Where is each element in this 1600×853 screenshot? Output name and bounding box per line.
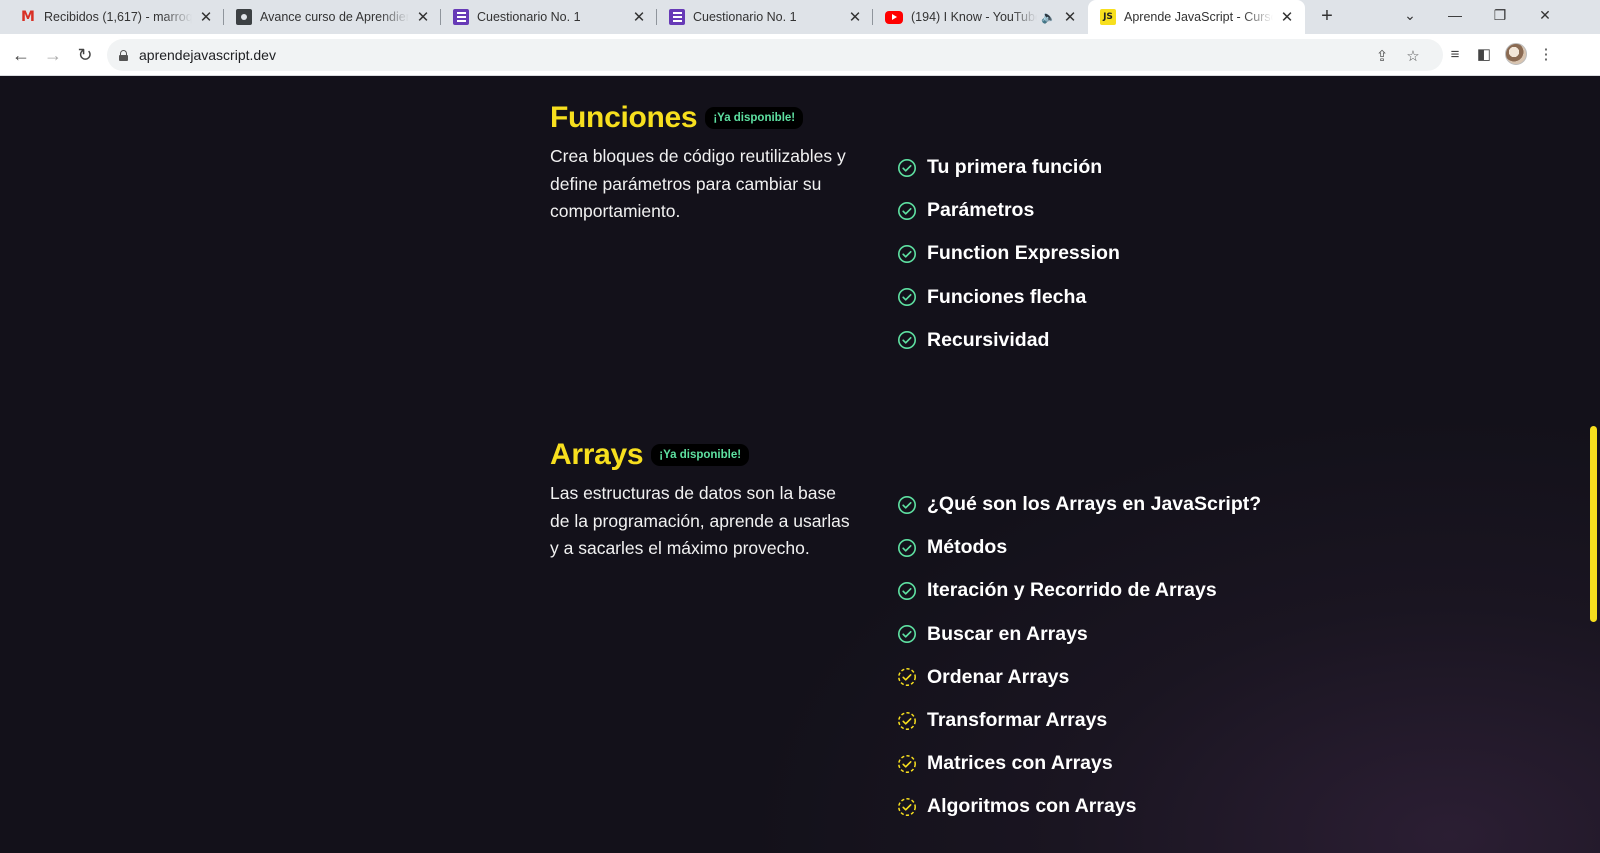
forms-icon: [669, 9, 685, 25]
check-circle-icon: [898, 495, 916, 514]
close-window-button[interactable]: ✕: [1523, 0, 1567, 30]
check-circle-icon: [898, 625, 916, 644]
menu-icon[interactable]: ⋮: [1535, 43, 1557, 65]
tab-title: Aprende JavaScript - Curso de: [1124, 10, 1273, 24]
tab-forms-1[interactable]: Cuestionario No. 1 ✕: [441, 0, 657, 34]
restore-button[interactable]: ❐: [1478, 0, 1522, 30]
check-circle-icon: [898, 331, 916, 350]
topic-list: ¿Qué son los Arrays en JavaScript? Métod…: [897, 483, 1261, 829]
tab-title: Avance curso de Aprendiendo: [260, 10, 409, 24]
topic-item[interactable]: Buscar en Arrays: [897, 613, 1261, 656]
topic-item[interactable]: Matrices con Arrays: [897, 742, 1261, 785]
topic-item[interactable]: Parámetros: [897, 189, 1120, 232]
close-icon[interactable]: ✕: [1279, 9, 1295, 26]
available-badge: ¡Ya disponible!: [705, 107, 804, 129]
scrollbar-thumb[interactable]: [1590, 426, 1597, 622]
check-circle-icon: [898, 201, 916, 220]
reload-button[interactable]: ↻: [72, 42, 98, 68]
lock-icon[interactable]: [119, 49, 128, 61]
topic-item[interactable]: Function Expression: [897, 232, 1120, 275]
new-tab-button[interactable]: +: [1316, 6, 1338, 28]
topic-item[interactable]: ¿Qué son los Arrays en JavaScript?: [897, 483, 1261, 526]
topic-item[interactable]: Recursividad: [897, 319, 1120, 362]
section-header: Funciones ¡Ya disponible!: [550, 98, 1310, 138]
topic-item[interactable]: Transformar Arrays: [897, 699, 1261, 742]
browser-toolbar: ← → ↻ aprendejavascript.dev ⇪ ☆ ≡ ◧ ⋮: [0, 34, 1600, 76]
tab-strip: M Recibidos (1,617) - marroquin ✕ Avance…: [0, 0, 1600, 34]
close-icon[interactable]: ✕: [415, 9, 431, 26]
forms-icon: [453, 9, 469, 25]
tab-title: Recibidos (1,617) - marroquin: [44, 10, 192, 24]
tab-youtube[interactable]: (194) I Know - YouTube 🔈 ✕: [873, 0, 1088, 34]
topic-label[interactable]: Algoritmos con Arrays: [927, 795, 1137, 818]
course-page: Funciones ¡Ya disponible! Crea bloques d…: [0, 76, 1600, 853]
section-description: Crea bloques de código reutilizables y d…: [550, 146, 846, 221]
topic-label[interactable]: Recursividad: [927, 329, 1049, 352]
available-badge: ¡Ya disponible!: [651, 444, 750, 466]
topic-list: Tu primera función Parámetros Function E…: [897, 146, 1120, 362]
pending-check-icon: [898, 711, 916, 730]
check-circle-icon: [898, 158, 916, 177]
check-circle-icon: [898, 244, 916, 263]
youtube-icon: [885, 10, 903, 24]
tab-title: Cuestionario No. 1: [693, 10, 797, 24]
topic-label[interactable]: Transformar Arrays: [927, 709, 1107, 732]
topic-item[interactable]: Ordenar Arrays: [897, 656, 1261, 699]
back-button[interactable]: ←: [8, 42, 34, 68]
topic-item[interactable]: Iteración y Recorrido de Arrays: [897, 569, 1261, 612]
close-icon[interactable]: ✕: [847, 9, 863, 26]
topic-label[interactable]: Parámetros: [927, 199, 1034, 222]
close-icon[interactable]: ✕: [1062, 9, 1078, 26]
topic-label[interactable]: Tu primera función: [927, 156, 1102, 179]
close-icon[interactable]: ✕: [631, 9, 647, 26]
section-arrays: Arrays ¡Ya disponible! Las estructuras d…: [550, 435, 1310, 817]
topic-item[interactable]: Tu primera función: [897, 146, 1120, 189]
check-circle-icon: [898, 538, 916, 557]
pending-check-icon: [898, 754, 916, 773]
section-funciones: Funciones ¡Ya disponible! Crea bloques d…: [550, 98, 1310, 351]
pending-check-icon: [898, 668, 916, 687]
minimize-button[interactable]: —: [1433, 0, 1477, 30]
topic-label[interactable]: Ordenar Arrays: [927, 666, 1069, 689]
address-bar[interactable]: aprendejavascript.dev ⇪ ☆: [107, 39, 1443, 71]
close-icon[interactable]: ✕: [198, 9, 214, 26]
tab-aprende-javascript[interactable]: JS Aprende JavaScript - Curso de ✕: [1088, 0, 1305, 34]
page-scrollbar[interactable]: [1588, 76, 1600, 853]
tab-title: Cuestionario No. 1: [477, 10, 581, 24]
media-control-icon[interactable]: ≡: [1444, 43, 1466, 65]
topic-label[interactable]: Métodos: [927, 536, 1007, 559]
topic-label[interactable]: Iteración y Recorrido de Arrays: [927, 579, 1217, 602]
js-icon: JS: [1100, 9, 1116, 25]
topic-item[interactable]: Métodos: [897, 526, 1261, 569]
tab-gmail[interactable]: M Recibidos (1,617) - marroquin ✕: [0, 0, 224, 34]
topic-label[interactable]: Funciones flecha: [927, 286, 1086, 309]
section-header: Arrays ¡Ya disponible!: [550, 435, 1310, 475]
share-icon[interactable]: ⇪: [1372, 46, 1392, 66]
bookmark-star-icon[interactable]: ☆: [1403, 46, 1423, 66]
tab-forms-2[interactable]: Cuestionario No. 1 ✕: [657, 0, 873, 34]
tab-search-icon[interactable]: ⌄: [1388, 0, 1432, 30]
url-text[interactable]: aprendejavascript.dev: [139, 47, 276, 63]
section-title: Funciones: [550, 101, 698, 134]
side-panel-icon[interactable]: ◧: [1473, 43, 1495, 65]
topic-label[interactable]: Matrices con Arrays: [927, 752, 1113, 775]
profile-avatar[interactable]: [1505, 43, 1527, 65]
topic-label[interactable]: ¿Qué son los Arrays en JavaScript?: [927, 493, 1261, 516]
forward-button[interactable]: →: [40, 42, 66, 68]
tab-title: (194) I Know - YouTube: [911, 10, 1038, 24]
check-circle-icon: [898, 288, 916, 307]
section-title: Arrays: [550, 438, 644, 471]
classroom-icon: [236, 9, 252, 25]
topic-item[interactable]: Algoritmos con Arrays: [897, 785, 1261, 828]
pending-check-icon: [898, 797, 916, 816]
tab-classroom[interactable]: Avance curso de Aprendiendo ✕: [224, 0, 441, 34]
topic-label[interactable]: Buscar en Arrays: [927, 623, 1088, 646]
audio-playing-icon[interactable]: 🔈: [1041, 10, 1056, 24]
topic-item[interactable]: Funciones flecha: [897, 276, 1120, 319]
section-description: Las estructuras de datos son la base de …: [550, 483, 850, 558]
check-circle-icon: [898, 581, 916, 600]
gmail-icon: M: [21, 9, 35, 25]
topic-label[interactable]: Function Expression: [927, 242, 1120, 265]
